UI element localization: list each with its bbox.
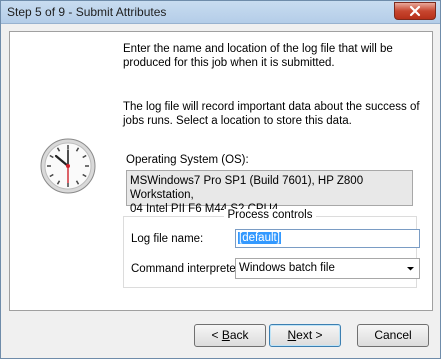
logfile-input[interactable]: [default] <box>235 229 420 248</box>
cmd-interpreter-value: Windows batch file <box>239 262 335 274</box>
close-icon <box>409 5 421 17</box>
clock-icon <box>40 138 96 194</box>
cancel-button[interactable]: Cancel <box>357 324 429 347</box>
intro-text-1: Enter the name and location of the log f… <box>123 43 393 69</box>
logfile-label: Log file name: <box>131 233 204 245</box>
window-title: Step 5 of 9 - Submit Attributes <box>7 5 167 19</box>
os-label: Operating System (OS): <box>126 154 249 166</box>
wizard-content: Enter the name and location of the log f… <box>9 31 433 311</box>
left-graphic-panel <box>11 33 115 309</box>
logfile-value: [default] <box>238 232 281 244</box>
cmd-interpreter-label: Command interpreter <box>131 263 240 275</box>
title-bar: Step 5 of 9 - Submit Attributes <box>1 1 440 24</box>
chevron-down-icon <box>407 267 414 271</box>
process-controls-group: Process controls Log file name: [default… <box>123 209 420 288</box>
next-button[interactable]: Next > <box>269 324 341 347</box>
process-controls-title: Process controls <box>124 209 416 221</box>
os-value-line-1: MSWindows7 Pro SP1 (Build 7601), HP Z800… <box>130 175 364 201</box>
wizard-window: Step 5 of 9 - Submit Attributes Enter th… <box>0 0 441 359</box>
wizard-form: Enter the name and location of the log f… <box>123 32 429 308</box>
cmd-interpreter-select[interactable]: Windows batch file <box>235 258 420 279</box>
intro-text-2: The log file will record important data … <box>123 101 420 127</box>
close-button[interactable] <box>394 2 436 20</box>
back-button[interactable]: < Back <box>194 324 266 347</box>
os-field: MSWindows7 Pro SP1 (Build 7601), HP Z800… <box>126 170 413 215</box>
